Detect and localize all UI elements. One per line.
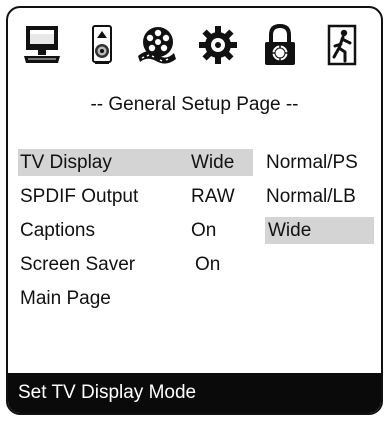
- gear-icon[interactable]: [196, 22, 240, 68]
- setup-icon-bar: [8, 22, 381, 72]
- exit-icon[interactable]: [320, 22, 364, 68]
- option-normal-lb[interactable]: Normal/LB: [266, 183, 356, 210]
- menu-item-screen-saver[interactable]: Screen Saver: [20, 251, 135, 278]
- setup-screen: -- General Setup Page -- TV Display SPDI…: [6, 6, 383, 415]
- padlock-icon[interactable]: [258, 22, 302, 68]
- menu-item-spdif-output[interactable]: SPDIF Output: [20, 183, 138, 210]
- option-wide[interactable]: Wide: [268, 217, 311, 244]
- menu-item-main-page[interactable]: Main Page: [20, 285, 111, 312]
- tv-display-value: Wide: [191, 152, 235, 173]
- menu-item-captions[interactable]: Captions: [20, 217, 95, 244]
- speaker-icon[interactable]: [80, 22, 124, 68]
- film-reel-icon[interactable]: [134, 22, 178, 68]
- spdif-output-value: RAW: [191, 186, 235, 207]
- page-title: -- General Setup Page --: [90, 94, 299, 115]
- tv-monitor-icon[interactable]: [20, 22, 64, 68]
- captions-value: On: [191, 220, 217, 241]
- option-normal-ps[interactable]: Normal/PS: [266, 149, 358, 176]
- status-text: Set TV Display Mode: [18, 382, 197, 403]
- status-bar: Set TV Display Mode: [8, 373, 381, 413]
- menu-item-tv-display[interactable]: TV Display: [20, 149, 112, 176]
- screen-saver-value: On: [195, 254, 221, 275]
